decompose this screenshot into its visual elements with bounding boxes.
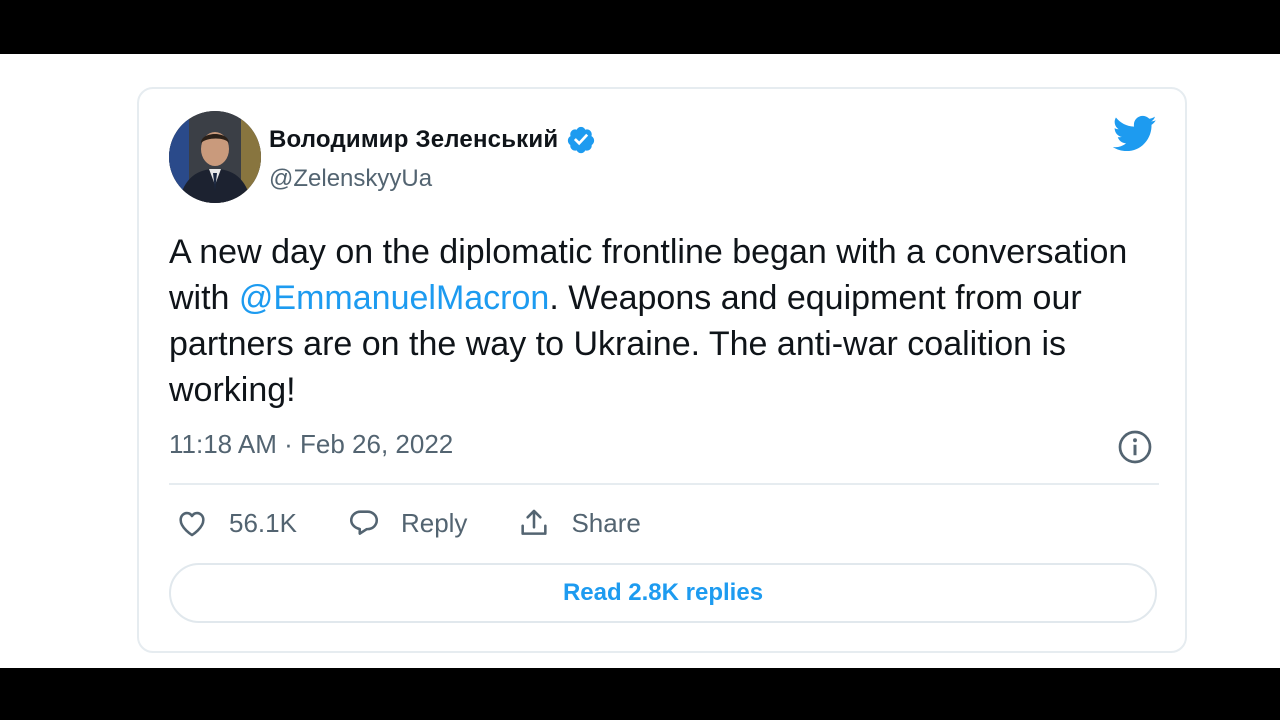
like-button[interactable]: 56.1K bbox=[175, 506, 297, 540]
heart-icon bbox=[179, 511, 205, 537]
divider bbox=[169, 483, 1159, 485]
share-upload-icon bbox=[521, 509, 548, 535]
author-name[interactable]: Володимир Зеленський bbox=[269, 126, 558, 154]
comment-bubble-icon bbox=[349, 510, 378, 535]
reply-button[interactable]: Reply bbox=[347, 506, 467, 540]
author-row: Володимир Зеленський bbox=[269, 125, 596, 155]
tweet-actions: 56.1K Reply Share bbox=[175, 506, 691, 540]
avatar[interactable] bbox=[169, 111, 261, 203]
info-icon[interactable] bbox=[1117, 429, 1153, 465]
embedded-tweet-card: Володимир Зеленський @ZelenskyyUa A new … bbox=[137, 87, 1187, 653]
verified-badge-icon bbox=[568, 126, 595, 154]
share-label: Share bbox=[571, 507, 641, 538]
twitter-bird-icon[interactable] bbox=[1113, 115, 1157, 153]
author-handle[interactable]: @ZelenskyyUa bbox=[269, 165, 432, 193]
read-replies-button[interactable]: Read 2.8K replies bbox=[169, 563, 1157, 623]
reply-label: Reply bbox=[400, 507, 468, 538]
mention-link[interactable]: @EmmanuelMacron bbox=[239, 279, 549, 317]
share-button[interactable]: Share bbox=[517, 506, 641, 540]
tweet-text: A new day on the diplomatic frontline be… bbox=[169, 229, 1149, 413]
likes-count: 56.1K bbox=[229, 507, 297, 538]
tweet-timestamp[interactable]: 11:18 AM · Feb 26, 2022 bbox=[169, 429, 453, 460]
